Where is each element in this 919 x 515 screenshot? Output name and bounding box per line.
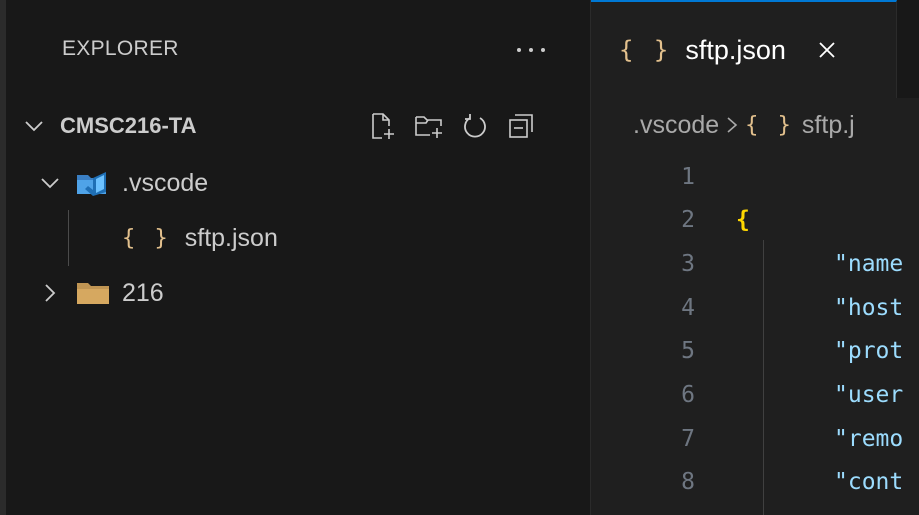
code-line: 3 "name — [591, 246, 919, 283]
tree-item-sftp-json[interactable]: { } sftp.json — [28, 211, 278, 265]
new-folder-button[interactable] — [406, 107, 452, 145]
chevron-right-icon — [36, 279, 64, 307]
ellipsis-icon — [517, 48, 521, 52]
code-text: "user — [834, 382, 904, 408]
explorer-sidebar: EXPLORER CMSC216-TA .vscode {} sftp.jso… — [6, 0, 590, 515]
breadcrumb: .vscode { } sftp.j — [591, 98, 919, 152]
explorer-title: EXPLORER — [62, 37, 179, 60]
folder-icon — [76, 280, 110, 306]
line-number: 6 — [681, 382, 695, 408]
code-line: 1 — [591, 159, 919, 196]
line-number: 3 — [681, 251, 695, 277]
code-text: "remo — [834, 426, 904, 452]
code-line: 4 "host — [591, 290, 919, 327]
vscode-window: EXPLORER CMSC216-TA .vscode {} sftp.jso… — [0, 0, 919, 515]
vscode-folder-icon — [76, 169, 110, 197]
tree-item-label: .vscode — [122, 168, 209, 197]
explorer-actions — [360, 107, 544, 145]
code-text: { — [736, 207, 750, 233]
tree-item-vscode-folder[interactable]: .vscode — [28, 156, 208, 210]
new-file-button[interactable] — [360, 107, 406, 145]
code-text: "prot — [834, 338, 904, 364]
chevron-down-icon — [36, 169, 64, 197]
tree-item-label: 216 — [122, 278, 164, 307]
close-icon — [819, 42, 835, 58]
workspace-folder-name: CMSC216-TA — [60, 113, 197, 138]
code-line: 8 "cont — [591, 464, 919, 501]
tree-item-label: sftp.json — [184, 223, 278, 252]
line-number: 4 — [681, 295, 695, 321]
chevron-right-icon — [725, 115, 739, 135]
refresh-icon — [464, 114, 486, 138]
refresh-button[interactable] — [452, 107, 498, 145]
line-number: 8 — [681, 469, 695, 495]
breadcrumb-item-file[interactable]: sftp.j — [802, 111, 855, 140]
code-line: 5 "prot — [591, 333, 919, 370]
new-folder-icon — [415, 116, 442, 138]
chevron-down-icon — [20, 112, 48, 140]
line-number: 7 — [681, 426, 695, 452]
json-braces-icon: { } — [122, 225, 171, 251]
tree-item-216-folder[interactable]: 216 — [28, 266, 164, 320]
json-braces-icon: { } — [619, 36, 672, 64]
collapse-all-icon — [509, 114, 533, 138]
code-text: "name — [834, 251, 904, 277]
workspace-folder-header[interactable]: CMSC216-TA — [20, 99, 588, 153]
line-number: 5 — [681, 338, 695, 364]
close-tab-button[interactable] — [812, 35, 842, 65]
collapse-all-button[interactable] — [498, 107, 544, 145]
code-text: "cont — [834, 469, 904, 495]
more-actions-button[interactable] — [509, 30, 553, 70]
code-text: "host — [834, 295, 904, 321]
code-line: 7 "remo — [591, 421, 919, 458]
editor-group: { } sftp.json .vscode { } sftp.j 1 2 {3… — [590, 0, 919, 515]
code-line: 6 "user — [591, 377, 919, 414]
tab-bar: { } sftp.json — [591, 0, 919, 98]
breadcrumb-item-vscode[interactable]: .vscode — [633, 111, 719, 140]
new-file-icon — [372, 113, 394, 139]
line-number: 1 — [681, 164, 695, 190]
json-braces-icon: { } — [745, 112, 794, 138]
tab-label: sftp.json — [685, 34, 786, 65]
line-number: 2 — [681, 207, 695, 233]
code-line: 2 { — [591, 202, 919, 239]
tab-sftp-json[interactable]: { } sftp.json — [591, 0, 897, 98]
